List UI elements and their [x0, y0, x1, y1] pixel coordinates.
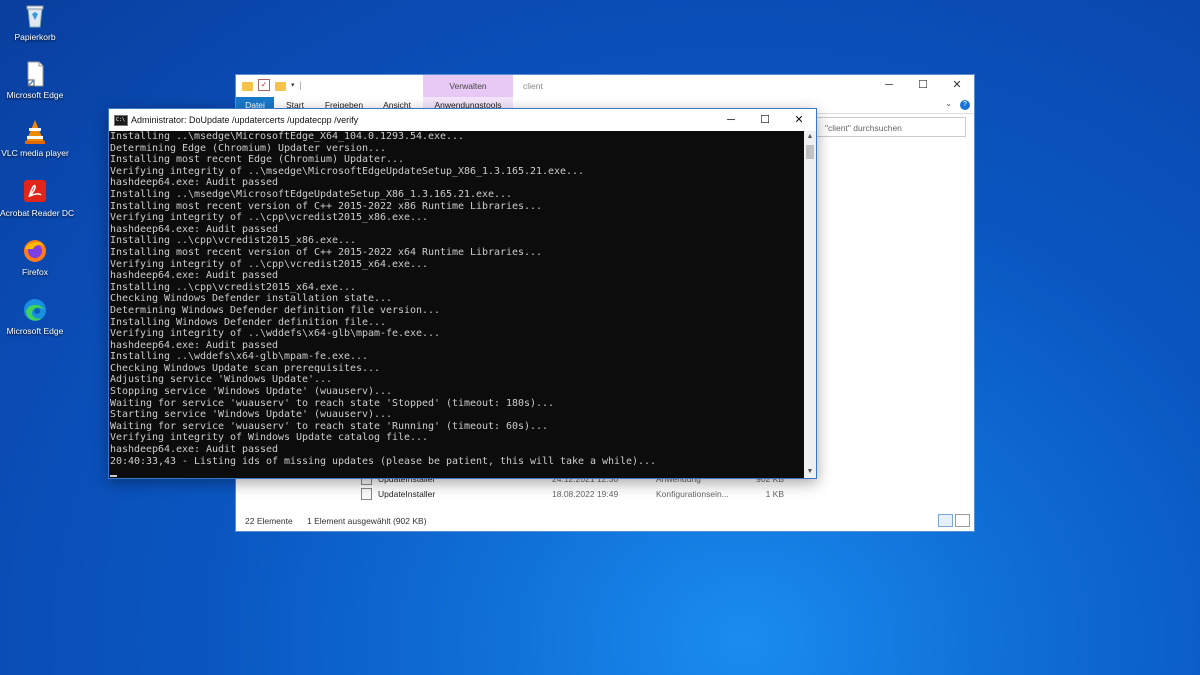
desktop-icon-vlc[interactable]: VLC media player	[0, 118, 70, 158]
console-line: Installing ..\msedge\MicrosoftEdge_X64_1…	[110, 131, 465, 142]
vlc-icon	[22, 118, 48, 146]
scroll-up-icon[interactable]: ▲	[804, 131, 816, 143]
console-line: Determining Windows Defender definition …	[110, 304, 441, 316]
context-tab-header: Verwalten	[423, 75, 513, 97]
file-shortcut-icon	[22, 60, 48, 88]
window-controls: ─ ☐ ✕	[714, 109, 816, 131]
desktop-icon-recycle-bin[interactable]: Papierkorb	[0, 2, 70, 42]
properties-icon[interactable]: ✓	[258, 79, 270, 91]
folder-icon[interactable]	[242, 81, 253, 91]
window-controls: ─ ☐ ✕	[872, 75, 974, 95]
desktop-icon-label: Papierkorb	[14, 32, 56, 42]
close-icon[interactable]: ✕	[782, 109, 816, 131]
console-line: hashdeep64.exe: Audit passed	[110, 270, 279, 282]
acrobat-icon	[22, 178, 48, 206]
firefox-icon	[22, 237, 48, 265]
console-line: Checking Windows Defender installation s…	[110, 293, 393, 305]
console-titlebar[interactable]: C:\ Administrator: DoUpdate /updatercert…	[109, 109, 816, 131]
maximize-icon[interactable]: ☐	[906, 75, 940, 95]
scroll-down-icon[interactable]: ▼	[804, 466, 816, 478]
file-size: 1 KB	[765, 489, 784, 499]
selection-info: 1 Element ausgewählt (902 KB)	[307, 516, 427, 526]
quick-access-toolbar: ✓ ▾ |	[242, 79, 302, 91]
console-line: Starting service 'Windows Update' (wuaus…	[110, 409, 393, 421]
config-file-icon	[361, 488, 372, 500]
separator: |	[299, 80, 302, 90]
close-icon[interactable]: ✕	[940, 75, 974, 95]
help-icon[interactable]: ?	[960, 100, 970, 110]
console-line: Adjusting service 'Windows Update'...	[110, 374, 333, 386]
minimize-icon[interactable]: ─	[714, 109, 748, 131]
console-line: Waiting for service 'wuauserv' to reach …	[110, 420, 549, 432]
view-switcher	[938, 514, 970, 527]
console-line: Installing most recent version of C++ 20…	[110, 246, 543, 258]
search-input[interactable]: "client" durchsuchen	[816, 117, 966, 137]
console-line: Stopping service 'Windows Update' (wuaus…	[110, 386, 393, 398]
console-line: Installing most recent version of C++ 20…	[110, 200, 543, 212]
console-title: Administrator: DoUpdate /updatercerts /u…	[131, 115, 359, 125]
console-line: hashdeep64.exe: Audit passed	[110, 339, 279, 351]
recycle-bin-icon	[22, 2, 48, 30]
console-line: Verifying integrity of Windows Update ca…	[110, 432, 429, 444]
console-line: Determining Edge (Chromium) Updater vers…	[110, 142, 387, 154]
window-title: client	[523, 81, 543, 91]
desktop-icon-acrobat[interactable]: Acrobat Reader DC	[0, 178, 75, 218]
console-line: Installing ..\cpp\vcredist2015_x64.exe..…	[110, 281, 357, 293]
desktop-icon-label: Firefox	[22, 267, 48, 277]
scrollbar[interactable]: ▲ ▼	[804, 131, 816, 478]
minimize-icon[interactable]: ─	[872, 75, 906, 95]
console-line: Verifying integrity of ..\wddefs\x64-glb…	[110, 328, 441, 340]
console-line: hashdeep64.exe: Audit passed	[110, 177, 279, 189]
console-line: Installing ..\wddefs\x64-glb\mpam-fe.exe…	[110, 351, 369, 363]
desktop-icon-label: Microsoft Edge	[6, 90, 64, 100]
console-line: Installing Windows Defender definition f…	[110, 316, 387, 328]
file-type: Konfigurationsein...	[656, 489, 729, 499]
desktop-icon-label: VLC media player	[1, 148, 69, 158]
console-output[interactable]: Installing ..\msedge\MicrosoftEdge_X64_1…	[109, 131, 804, 478]
file-date: 18.08.2022 19:49	[552, 489, 619, 499]
edge-icon	[22, 296, 48, 324]
item-count: 22 Elemente	[245, 516, 293, 526]
console-line: Verifying integrity of ..\msedge\Microso…	[110, 165, 585, 177]
console-line: Installing most recent Edge (Chromium) U…	[110, 154, 405, 166]
console-line: hashdeep64.exe: Audit passed	[110, 444, 279, 456]
console-line: Verifying integrity of ..\cpp\vcredist20…	[110, 212, 429, 224]
chevron-down-icon[interactable]: ▾	[291, 81, 295, 89]
console-line: hashdeep64.exe: Audit passed	[110, 223, 279, 235]
new-folder-icon[interactable]	[275, 81, 286, 91]
file-row[interactable]: UpdateInstaller 18.08.2022 19:49 Konfigu…	[361, 487, 784, 501]
console-line: Waiting for service 'wuauserv' to reach …	[110, 397, 555, 409]
console-line: Verifying integrity of ..\cpp\vcredist20…	[110, 258, 429, 270]
console-icon: C:\	[114, 115, 128, 126]
file-name: UpdateInstaller	[378, 489, 436, 499]
explorer-titlebar[interactable]: ✓ ▾ | Verwalten client ─ ☐ ✕	[236, 75, 974, 97]
desktop-icon-label: Microsoft Edge	[6, 326, 64, 336]
desktop-icon-label: Acrobat Reader DC	[0, 208, 75, 218]
console-line: Installing ..\cpp\vcredist2015_x86.exe..…	[110, 235, 357, 247]
status-bar: 22 Elemente 1 Element ausgewählt (902 KB…	[236, 511, 974, 531]
details-view-icon[interactable]	[938, 514, 953, 527]
chevron-down-icon[interactable]: ⌄	[945, 99, 952, 108]
text-cursor	[110, 475, 117, 478]
console-line: Installing ..\msedge\MicrosoftEdgeUpdate…	[110, 188, 513, 200]
tiles-view-icon[interactable]	[955, 514, 970, 527]
console-window[interactable]: C:\ Administrator: DoUpdate /updatercert…	[108, 108, 817, 479]
desktop-icon-edge-shortcut[interactable]: Microsoft Edge	[0, 60, 70, 100]
console-line: 20:40:33,43 - Listing ids of missing upd…	[110, 455, 657, 467]
scroll-thumb[interactable]	[806, 145, 814, 159]
desktop-icon-edge[interactable]: Microsoft Edge	[0, 296, 70, 336]
console-line: Checking Windows Update scan prerequisit…	[110, 362, 381, 374]
maximize-icon[interactable]: ☐	[748, 109, 782, 131]
desktop: { "desktop": { "icons": [ {"label": "Pap…	[0, 0, 1200, 675]
desktop-icon-firefox[interactable]: Firefox	[0, 237, 70, 277]
